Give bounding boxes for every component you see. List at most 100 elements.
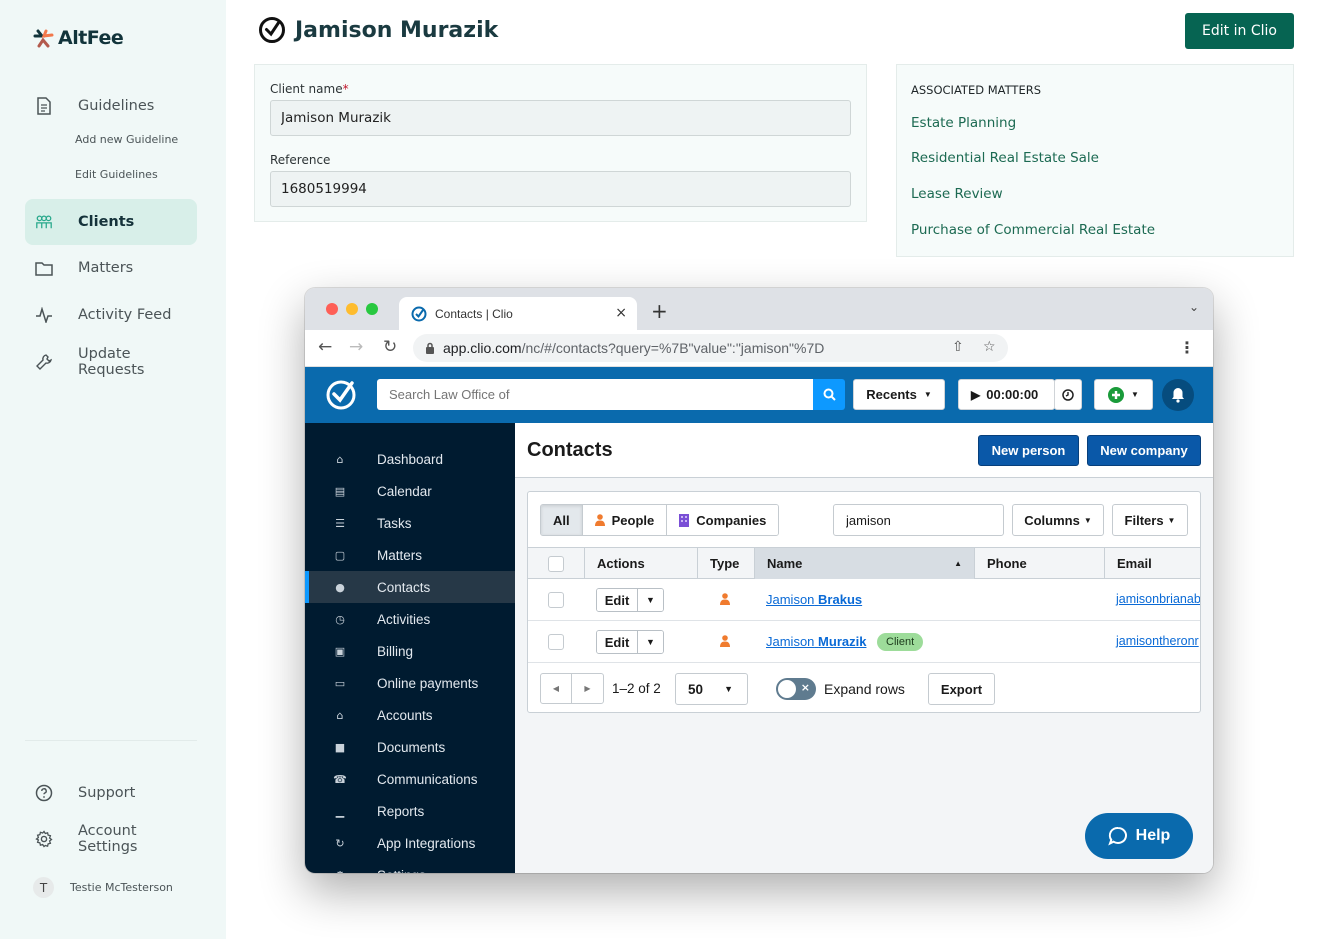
timer-button[interactable]: ▶ 00:00:00 — [958, 379, 1055, 410]
new-tab-button[interactable]: + — [651, 299, 668, 323]
expand-rows-toggle[interactable]: × — [776, 678, 816, 700]
url-host: app.clio.com — [443, 340, 522, 356]
clio-nav-item-activities[interactable]: ◷ Activities — [305, 603, 515, 635]
export-button[interactable]: Export — [928, 673, 995, 705]
columns-dropdown[interactable]: Columns ▼ — [1012, 504, 1104, 536]
contact-email-link[interactable]: jamisontheronr — [1116, 634, 1199, 648]
clio-nav-item-tasks[interactable]: ☰ Tasks — [305, 507, 515, 539]
address-bar[interactable]: app.clio.com/nc/#/contacts?query=%7B"val… — [413, 334, 1008, 362]
edit-button[interactable]: Edit — [597, 631, 638, 653]
contacts-search-input[interactable] — [833, 504, 1004, 536]
matter-link[interactable]: Estate Planning — [911, 115, 1016, 131]
clio-nav-item-billing[interactable]: ▣ Billing — [305, 635, 515, 667]
star-icon[interactable]: ☆ — [983, 339, 996, 355]
edit-button[interactable]: Edit — [597, 589, 638, 611]
row-checkbox[interactable] — [548, 592, 564, 608]
user-menu[interactable]: T Testie McTesterson — [33, 877, 173, 898]
sidebar-item-account-settings[interactable]: Account Settings — [25, 816, 197, 862]
page-title: Jamison Murazik — [258, 16, 498, 44]
toggle-off-icon: × — [800, 681, 810, 694]
browser-tab[interactable]: Contacts | Clio × — [399, 297, 637, 330]
filters-dropdown[interactable]: Filters ▼ — [1112, 504, 1188, 536]
document-icon — [35, 97, 53, 115]
back-arrow-icon[interactable]: ← — [318, 337, 332, 357]
clio-logo-icon[interactable] — [325, 377, 357, 411]
clio-nav-item-app-integrations[interactable]: ↻ App Integrations — [305, 827, 515, 859]
sidebar-subitem-edit-guidelines[interactable]: Edit Guidelines — [75, 168, 158, 181]
sidebar-item-clients[interactable]: Clients — [25, 199, 197, 245]
new-company-button[interactable]: New company — [1087, 435, 1201, 466]
prev-page-icon[interactable]: ◀ — [541, 674, 572, 703]
row-actions: Edit ▼ — [596, 630, 664, 654]
sidebar-item-update-requests[interactable]: Update Requests — [25, 339, 197, 385]
row-actions-dropdown[interactable]: ▼ — [638, 631, 663, 653]
clio-search-input[interactable] — [377, 379, 813, 410]
clio-nav-item-settings[interactable]: ⚙ Settings — [305, 859, 515, 874]
edit-in-clio-button[interactable]: Edit in Clio — [1185, 13, 1294, 49]
clio-nav-item-accounts[interactable]: ⌂ Accounts — [305, 699, 515, 731]
table-footer: ◀ ▶ 1–2 of 2 50 ▼ × Expand rows Export — [528, 666, 1200, 712]
row-actions-dropdown[interactable]: ▼ — [638, 589, 663, 611]
plus-circle-icon — [1108, 386, 1125, 403]
sidebar-item-label: Guidelines — [78, 98, 155, 114]
clio-nav-item-calendar[interactable]: ▤ Calendar — [305, 475, 515, 507]
share-icon[interactable]: ⇧ — [952, 339, 964, 355]
help-label: Help — [1135, 827, 1171, 844]
clio-nav-label: Tasks — [377, 515, 412, 531]
reload-icon[interactable]: ↻ — [383, 337, 397, 357]
sidebar-item-guidelines[interactable]: Guidelines — [25, 83, 197, 129]
select-all-checkbox[interactable] — [548, 556, 564, 572]
matter-link[interactable]: Residential Real Estate Sale — [911, 150, 1099, 166]
sidebar-item-activity-feed[interactable]: Activity Feed — [25, 292, 197, 338]
clio-nav-item-communications[interactable]: ☎ Communications — [305, 763, 515, 795]
quick-create-dropdown[interactable]: ▼ — [1094, 379, 1153, 410]
clio-nav-item-matters[interactable]: ▢ Matters — [305, 539, 515, 571]
column-phone[interactable]: Phone — [975, 548, 1105, 579]
sidebar-subitem-add-guideline[interactable]: Add new Guideline — [75, 133, 178, 146]
clio-nav-item-reports[interactable]: ▁ Reports — [305, 795, 515, 827]
browser-menu-icon[interactable]: ⋮ — [1179, 338, 1195, 357]
clio-nav-item-documents[interactable]: ■ Documents — [305, 731, 515, 763]
tab-close-icon[interactable]: × — [615, 305, 627, 321]
recents-dropdown[interactable]: Recents ▼ — [853, 379, 945, 410]
timer-clock-button[interactable] — [1054, 379, 1082, 410]
clio-nav-item-dashboard[interactable]: ⌂ Dashboard — [305, 443, 515, 475]
matter-link[interactable]: Lease Review — [911, 186, 1003, 202]
notifications-button[interactable] — [1162, 379, 1194, 411]
sort-asc-icon: ▲ — [954, 559, 962, 568]
window-close-button[interactable] — [326, 303, 338, 315]
filter-people[interactable]: People — [582, 505, 668, 535]
column-name[interactable]: Name ▲ — [755, 548, 975, 579]
contact-name-link[interactable]: Jamison Murazik — [766, 634, 866, 649]
help-button[interactable]: Help — [1085, 813, 1193, 859]
toggle-knob — [778, 680, 796, 698]
altfee-logo[interactable]: AltFee — [33, 27, 124, 49]
new-person-button[interactable]: New person — [978, 435, 1079, 466]
filter-companies[interactable]: Companies — [667, 505, 779, 535]
column-type[interactable]: Type — [698, 548, 755, 579]
window-minimize-button[interactable] — [346, 303, 358, 315]
users-icon — [35, 213, 53, 231]
window-maximize-button[interactable] — [366, 303, 378, 315]
clio-search-button[interactable] — [813, 379, 845, 410]
matter-link[interactable]: Purchase of Commercial Real Estate — [911, 222, 1155, 238]
contact-type-filter: All People Companies — [540, 504, 780, 536]
reference-field[interactable] — [270, 171, 851, 207]
clio-nav-label: Matters — [377, 547, 423, 563]
row-checkbox[interactable] — [548, 634, 564, 650]
forward-arrow-icon[interactable]: → — [349, 337, 363, 357]
column-email[interactable]: Email — [1105, 548, 1200, 579]
client-name-field[interactable] — [270, 100, 851, 136]
client-name-label: Client name* — [270, 82, 349, 96]
clio-nav-item-online-payments[interactable]: ▭ Online payments — [305, 667, 515, 699]
filter-all[interactable]: All — [541, 505, 583, 535]
next-page-icon[interactable]: ▶ — [572, 674, 603, 703]
contact-email-link[interactable]: jamisonbrianab — [1116, 592, 1200, 606]
clio-nav-item-contacts[interactable]: ● Contacts — [305, 571, 515, 603]
sidebar-item-matters[interactable]: Matters — [25, 245, 197, 291]
contact-name-link[interactable]: Jamison Brakus — [766, 592, 862, 607]
per-page-select[interactable]: 50 ▼ — [675, 673, 748, 705]
tab-search-chevron-icon[interactable]: ⌄ — [1189, 300, 1199, 314]
table-header: Actions Type Name ▲ Phone Email — [528, 547, 1200, 579]
sidebar-item-support[interactable]: Support — [25, 770, 197, 816]
